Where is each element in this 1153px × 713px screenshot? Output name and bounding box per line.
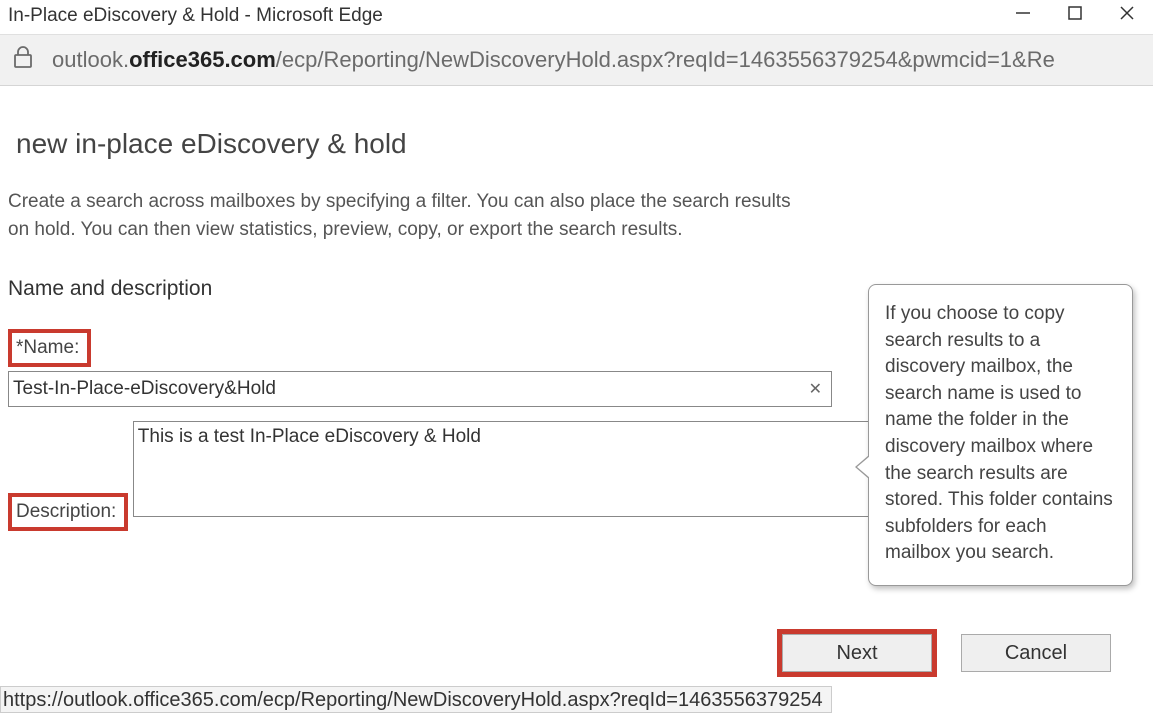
name-label-highlight: *Name: bbox=[8, 329, 91, 367]
description-label: Description: bbox=[14, 499, 118, 525]
next-button[interactable]: Next bbox=[782, 634, 932, 672]
description-input[interactable] bbox=[133, 421, 957, 517]
url-prefix: outlook. bbox=[52, 47, 129, 72]
window-title: In-Place eDiscovery & Hold - Microsoft E… bbox=[8, 5, 383, 27]
cancel-button[interactable]: Cancel bbox=[961, 634, 1111, 672]
window-controls bbox=[1011, 4, 1139, 28]
close-icon[interactable] bbox=[1115, 4, 1139, 28]
button-row: Next Cancel bbox=[777, 634, 1111, 677]
intro-text: Create a search across mailboxes by spec… bbox=[8, 188, 808, 243]
description-label-highlight: Description: bbox=[8, 493, 128, 531]
url-path: /ecp/Reporting/NewDiscoveryHold.aspx?req… bbox=[276, 47, 1055, 72]
tooltip-text: If you choose to copy search results to … bbox=[885, 303, 1113, 563]
url-text: outlook.office365.com/ecp/Reporting/NewD… bbox=[52, 47, 1055, 73]
next-button-highlight: Next bbox=[777, 629, 937, 677]
title-bar: In-Place eDiscovery & Hold - Microsoft E… bbox=[0, 0, 1153, 34]
lock-icon bbox=[12, 45, 34, 75]
status-url: https://outlook.office365.com/ecp/Report… bbox=[3, 689, 823, 711]
page-title: new in-place eDiscovery & hold bbox=[16, 128, 1137, 160]
clear-icon[interactable]: ✕ bbox=[809, 379, 822, 399]
help-tooltip: If you choose to copy search results to … bbox=[868, 284, 1133, 586]
minimize-icon[interactable] bbox=[1011, 4, 1035, 28]
address-bar[interactable]: outlook.office365.com/ecp/Reporting/NewD… bbox=[0, 34, 1153, 86]
name-label: *Name: bbox=[14, 335, 81, 361]
url-host: office365.com bbox=[129, 47, 276, 72]
status-bar: https://outlook.office365.com/ecp/Report… bbox=[0, 686, 832, 713]
name-input[interactable] bbox=[8, 371, 832, 407]
maximize-icon[interactable] bbox=[1063, 4, 1087, 28]
